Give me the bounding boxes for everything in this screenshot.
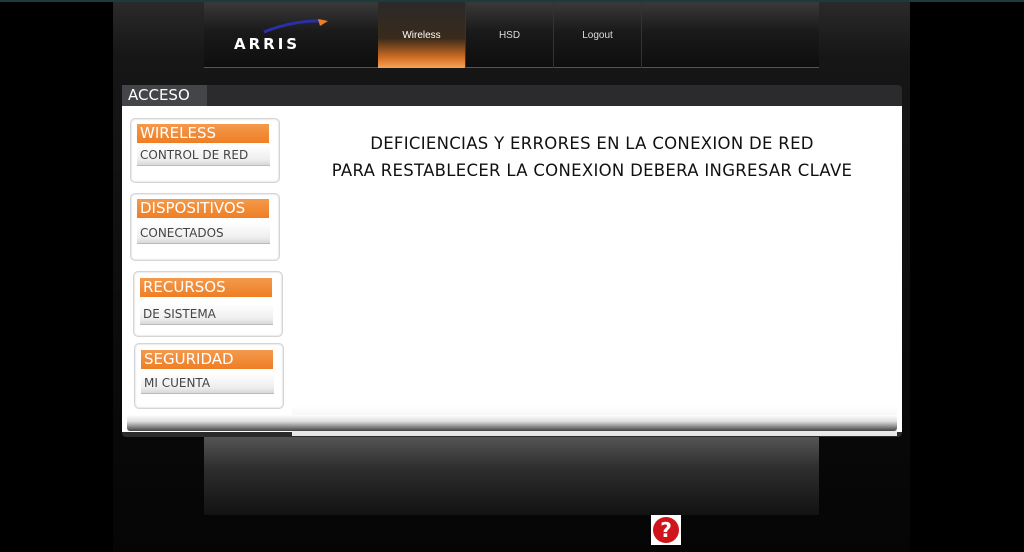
message-line-1: DEFICIENCIAS Y ERRORES EN LA CONEXION DE… (370, 134, 814, 153)
access-panel: ACCESO WIRELESS CONTROL DE RED DISPOSITI… (122, 85, 902, 437)
warning-message: DEFICIENCIAS Y ERRORES EN LA CONEXION DE… (292, 130, 892, 184)
menu-item-conectados[interactable]: CONECTADOS (137, 223, 270, 244)
menu-title-dispositivos: DISPOSITIVOS (137, 199, 269, 218)
menu-title-recursos: RECURSOS (140, 278, 272, 297)
menu-item-de-sistema[interactable]: DE SISTEMA (140, 304, 273, 325)
footer-block (204, 437, 819, 515)
header-bar: ARRIS Wireless HSD Logout (204, 2, 819, 68)
menu-box-wireless: WIRELESS CONTROL DE RED (130, 118, 280, 183)
menu-box-recursos: RECURSOS DE SISTEMA (133, 271, 283, 337)
tab-acceso[interactable]: ACCESO (122, 85, 207, 106)
menu-title-wireless: WIRELESS (137, 124, 269, 143)
logo-swoosh-icon (263, 19, 328, 34)
logo-text: ARRIS (234, 35, 301, 53)
menu-title-seguridad: SEGURIDAD (141, 350, 273, 369)
nav-hsd[interactable]: HSD (466, 2, 554, 68)
menu-box-seguridad: SEGURIDAD MI CUENTA (134, 343, 284, 409)
message-line-2: PARA RESTABLECER LA CONEXION DEBERA INGR… (331, 161, 853, 180)
panel-body: WIRELESS CONTROL DE RED DISPOSITIVOS CON… (122, 106, 902, 436)
menu-box-dispositivos: DISPOSITIVOS CONECTADOS (130, 193, 280, 261)
arris-logo: ARRIS (234, 18, 328, 58)
question-mark-icon: ? (653, 517, 679, 543)
menu-item-mi-cuenta[interactable]: MI CUENTA (141, 373, 274, 394)
help-button[interactable]: ? (651, 515, 681, 545)
menu-item-control-de-red[interactable]: CONTROL DE RED (137, 145, 270, 166)
main-nav: Wireless HSD Logout (378, 2, 642, 68)
nav-wireless[interactable]: Wireless (378, 2, 466, 68)
nav-logout[interactable]: Logout (554, 2, 642, 68)
panel-footer-bar (127, 415, 897, 431)
